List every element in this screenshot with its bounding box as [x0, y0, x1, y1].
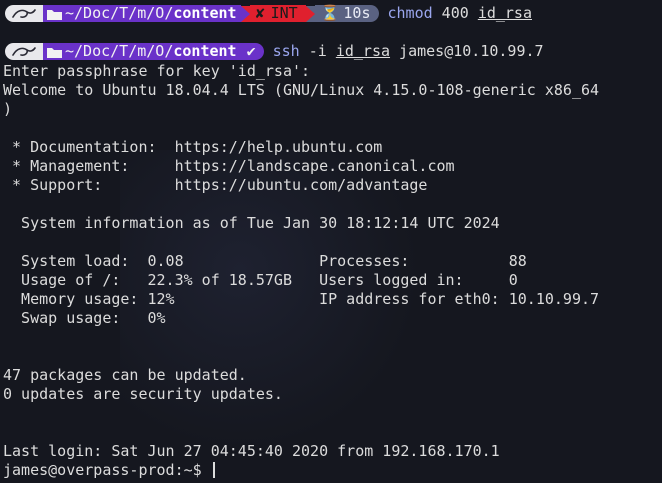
command-file-arg: id_rsa [335, 42, 391, 60]
command-name: chmod [387, 4, 433, 22]
error-segment: ✘ INT [249, 4, 306, 22]
path-segment: ~/Doc/T/m/O/content [43, 5, 241, 22]
output-line: ) [3, 100, 13, 118]
output-line: Swap usage: 0% [3, 309, 166, 327]
output-line: 47 packages can be updated. [3, 366, 247, 384]
success-segment: ✔ [240, 42, 264, 60]
error-label: INT [270, 4, 298, 22]
timer-label: 10s [343, 4, 371, 22]
error-icon: ✘ [255, 4, 265, 22]
command-file-arg: id_rsa [477, 4, 532, 22]
output-line: Memory usage: 12% IP address for eth0: 1… [3, 290, 600, 308]
shell-prompt: james@overpass-prod:~$ [3, 461, 211, 479]
kali-dragon-icon [5, 5, 43, 22]
output-line: 0 updates are security updates. [3, 385, 283, 403]
text-cursor [212, 462, 215, 478]
output-line: * Documentation: https://help.ubuntu.com [3, 138, 383, 156]
folder-icon [47, 9, 62, 20]
command-target: james@10.10.99.7 [390, 42, 544, 60]
path-current: content [173, 42, 237, 60]
prompt-line-2: ~/Doc/T/m/O/content ✔ ssh -i id_rsa jame… [3, 42, 544, 61]
output-line: * Support: https://ubuntu.com/advantage [3, 176, 428, 194]
prompt-line-1: ~/Doc/T/m/O/content ✘ INT ⏳ 10s chmod 40… [3, 4, 532, 23]
output-line: System information as of Tue Jan 30 18:1… [3, 214, 500, 232]
segment-separator [240, 5, 250, 22]
command-text: chmod 400 id_rsa [388, 4, 533, 23]
output-line: * Management: https://landscape.canonica… [3, 157, 455, 175]
command-flag: -i [299, 42, 336, 60]
output-line: Enter passphrase for key 'id_rsa': [3, 62, 311, 80]
path-prefix: ~/Doc/T/m/O/ [65, 4, 174, 22]
timer-segment: ⏳ 10s [314, 4, 379, 22]
output-line: Last login: Sat Jun 27 04:45:40 2020 fro… [3, 442, 500, 460]
hourglass-icon: ⏳ [320, 4, 340, 22]
output-line: Welcome to Ubuntu 18.04.4 LTS (GNU/Linux… [3, 81, 600, 99]
terminal-window[interactable]: ~/Doc/T/m/O/content ✘ INT ⏳ 10s chmod 40… [0, 0, 662, 483]
command-name: ssh [272, 42, 300, 60]
segment-separator [305, 5, 315, 22]
shell-prompt-line[interactable]: james@overpass-prod:~$ [3, 461, 215, 480]
kali-dragon-icon [5, 43, 43, 60]
checkmark-icon: ✔ [246, 42, 256, 60]
command-args: 400 [432, 4, 478, 22]
path-prefix: ~/Doc/T/m/O/ [65, 42, 174, 60]
output-line: System load: 0.08 Processes: 88 [3, 252, 527, 270]
folder-icon [47, 47, 62, 58]
path-segment: ~/Doc/T/m/O/content [43, 43, 241, 60]
command-text: ssh -i id_rsa james@10.10.99.7 [273, 42, 544, 61]
output-line: Usage of /: 22.3% of 18.57GB Users logge… [3, 271, 518, 289]
path-current: content [173, 4, 237, 22]
